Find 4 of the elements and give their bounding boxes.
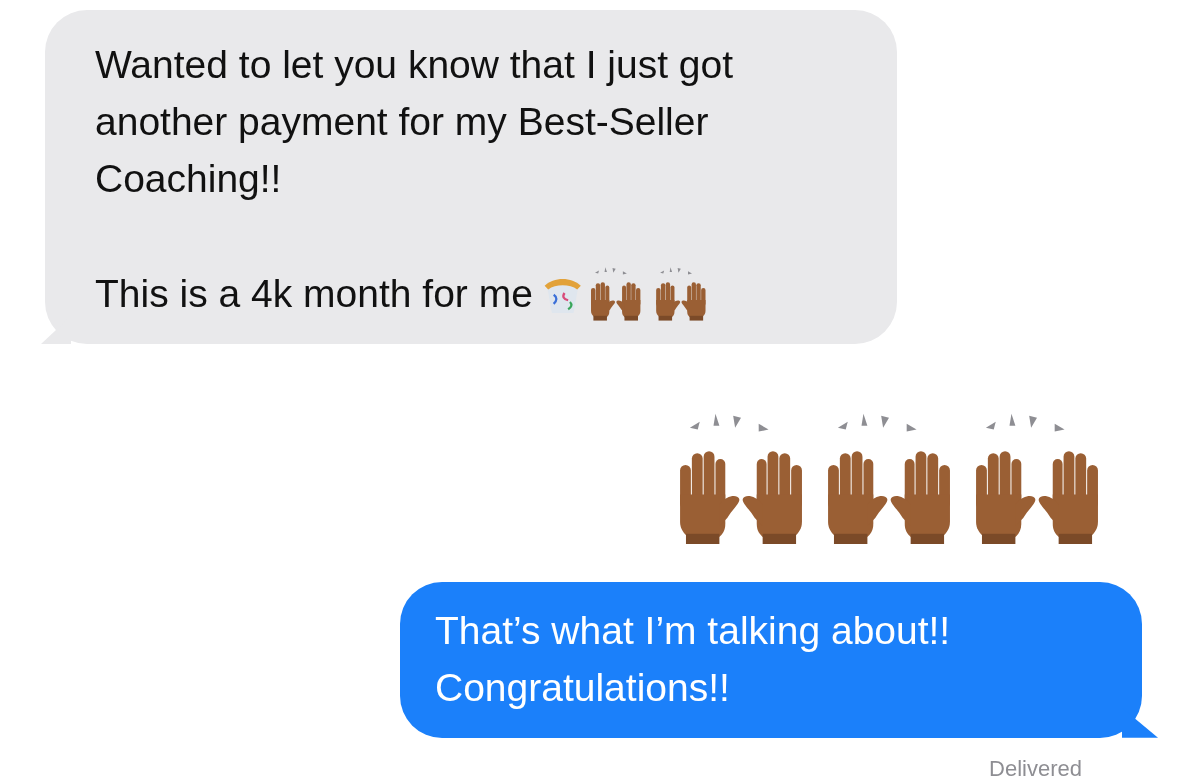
message-text: This is a 4k month for me [95, 270, 533, 317]
message-text: That’s what I’m talking about!! Congratulations!! [435, 607, 952, 711]
message-text: Wanted to let you know that I just got another payment for my Best-Seller Coaching!! [95, 42, 735, 202]
delivery-status: Delivered [989, 754, 1082, 783]
